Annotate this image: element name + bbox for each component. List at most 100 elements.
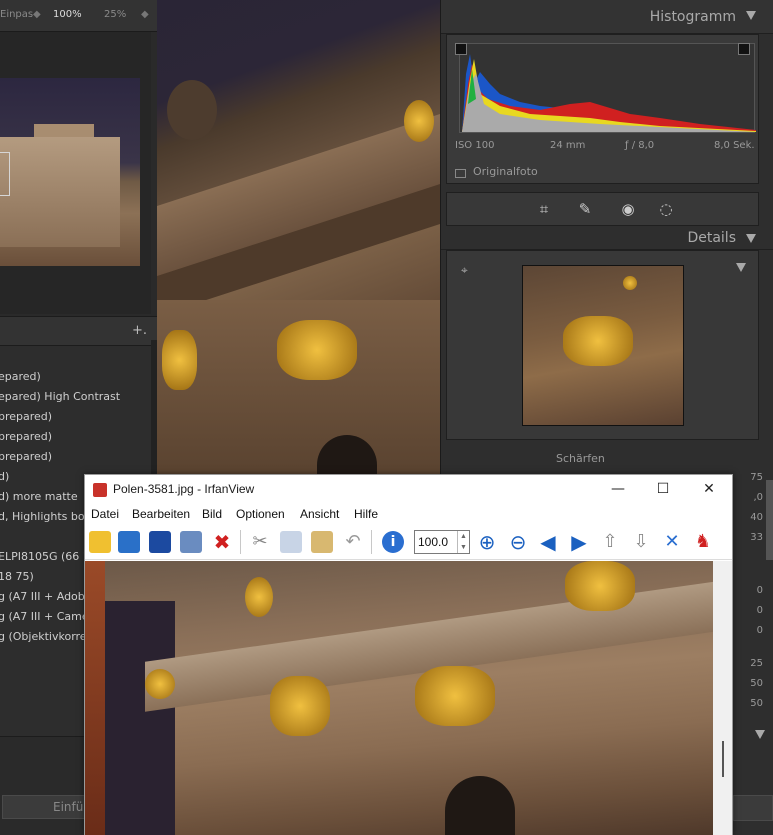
paste-icon[interactable] [311, 531, 333, 553]
screen: Einpas ◆ 100% 25% ◆ +. epared) epared) H… [0, 0, 773, 835]
last-page-icon[interactable]: ⇩ [630, 531, 652, 553]
toolbar: ✖ ✂ ↶ i 100.0 ▲ ▼ ⊕ ⊖ ◀ ▶ ⇧ ⇩ ✕ ♞ [85, 524, 732, 560]
details-title: Details [687, 230, 736, 246]
collapse-triangle-icon[interactable] [746, 11, 756, 20]
vertical-scrollbar[interactable] [713, 561, 732, 835]
gold-ornament [145, 669, 175, 699]
slider-value: 0 [756, 585, 763, 596]
navigator-view-box[interactable] [0, 152, 10, 196]
preset-item[interactable]: g (A7 III + Camer [0, 610, 93, 623]
target-icon[interactable]: ⌖ [461, 263, 468, 278]
slider-value: 33 [750, 532, 763, 543]
preset-item[interactable]: d) more matte [0, 490, 78, 503]
iso-value: ISO 100 [455, 140, 495, 151]
red-eye-icon[interactable]: ◉ [619, 200, 637, 218]
main-photo-view[interactable] [157, 0, 440, 475]
histogram-svg [462, 54, 756, 132]
preset-item[interactable]: d) [0, 470, 9, 483]
settings-icon[interactable]: ✕ [661, 531, 683, 553]
window-title: Polen-3581.jpg - IrfanView [113, 482, 255, 496]
gold-ornament [565, 561, 635, 611]
zoom-25-option[interactable]: 25% [104, 9, 126, 20]
delete-icon[interactable]: ✖ [211, 531, 233, 553]
close-icon[interactable]: ✕ [694, 479, 724, 499]
scrollbar-thumb[interactable] [722, 741, 724, 777]
image-view[interactable] [85, 561, 713, 835]
menu-bearbeiten[interactable]: Bearbeiten [132, 507, 190, 521]
zoom-in-icon[interactable]: ⊕ [476, 531, 498, 553]
menu-hilfe[interactable]: Hilfe [354, 507, 378, 521]
next-icon[interactable]: ▶ [568, 531, 590, 553]
shadow-clipping-icon[interactable] [455, 43, 467, 55]
preset-item[interactable]: prepared) [0, 450, 52, 463]
cut-icon[interactable]: ✂ [249, 531, 271, 553]
preset-item[interactable]: prepared) [0, 430, 52, 443]
title-bar[interactable]: Polen-3581.jpg - IrfanView — ☐ ✕ [85, 475, 732, 504]
add-preset-icon[interactable]: +. [132, 323, 147, 338]
gold-ornament [277, 320, 357, 380]
sharpen-label: Schärfen [556, 452, 605, 465]
crop-icon[interactable]: ⌗ [535, 200, 553, 218]
menu-bar: Datei Bearbeiten Bild Optionen Ansicht H… [85, 504, 732, 524]
details-panel: ⌖ [446, 250, 759, 440]
collapse-triangle-icon[interactable] [755, 730, 765, 739]
thumbnails-icon[interactable] [118, 531, 140, 553]
collapse-triangle-icon[interactable] [736, 263, 746, 272]
first-page-icon[interactable]: ⇧ [599, 531, 621, 553]
original-photo-checkbox[interactable] [455, 169, 466, 178]
original-photo-label: Originalfoto [473, 165, 538, 178]
preset-item[interactable]: epared) High Contrast [0, 390, 120, 403]
irfanview-cat-icon[interactable]: ♞ [692, 531, 714, 553]
menu-optionen[interactable]: Optionen [236, 507, 285, 521]
irfanview-logo-icon[interactable] [93, 483, 107, 497]
zoom-fit-option[interactable]: Einpas [0, 9, 33, 20]
menu-bild[interactable]: Bild [202, 507, 222, 521]
histogram-header[interactable]: Histogramm [441, 0, 773, 34]
histogram-graph [459, 43, 756, 133]
collapse-triangle-icon[interactable] [746, 234, 756, 243]
right-footer-button[interactable] [733, 795, 773, 821]
copy-icon[interactable] [280, 531, 302, 553]
tool-strip: ⌗ ✎ ◉ ◌ [446, 192, 759, 226]
info-icon[interactable]: i [382, 531, 404, 553]
zoom-100-option[interactable]: 100% [53, 9, 82, 20]
menu-ansicht[interactable]: Ansicht [300, 507, 339, 521]
undo-icon[interactable]: ↶ [342, 531, 364, 553]
right-scrollbar[interactable] [766, 480, 773, 560]
gold-ornament [415, 666, 495, 726]
zoom-spinner[interactable]: ▲ ▼ [457, 531, 469, 553]
save-icon[interactable] [149, 531, 171, 553]
preset-item[interactable]: 18 75) [0, 570, 34, 583]
navigator-preview[interactable] [0, 32, 151, 314]
print-icon[interactable] [180, 531, 202, 553]
gold-ornament [404, 100, 434, 142]
slider-value: 0 [756, 625, 763, 636]
preset-item[interactable]: g (A7 III + Adobe [0, 590, 92, 603]
histogram-panel: ISO 100 24 mm ƒ / 8,0 8,0 Sek. Originalf… [446, 34, 759, 184]
gold-ornament [162, 330, 197, 390]
details-header[interactable]: Details [441, 226, 773, 250]
menu-datei[interactable]: Datei [91, 507, 119, 521]
zoom-out-icon[interactable]: ⊖ [507, 531, 529, 553]
masking-icon[interactable]: ◌ [657, 200, 675, 218]
preset-item[interactable]: epared) [0, 370, 41, 383]
healing-brush-icon[interactable]: ✎ [576, 200, 594, 218]
slider-value: 40 [750, 512, 763, 523]
highlight-clipping-icon[interactable] [738, 43, 750, 55]
detail-preview[interactable] [522, 265, 684, 426]
aperture: ƒ / 8,0 [625, 140, 655, 151]
gold-ornament [270, 676, 330, 736]
slider-value: 50 [750, 698, 763, 709]
preset-item[interactable]: prepared) [0, 410, 52, 423]
preset-item[interactable]: d, Highlights boos [0, 510, 97, 523]
open-folder-icon[interactable] [89, 531, 111, 553]
previous-icon[interactable]: ◀ [537, 531, 559, 553]
gold-ornament [245, 577, 273, 617]
shutter-speed: 8,0 Sek. [714, 140, 755, 151]
zoom-input[interactable]: 100.0 ▲ ▼ [414, 530, 470, 554]
minimize-icon[interactable]: — [603, 479, 633, 499]
maximize-icon[interactable]: ☐ [648, 479, 678, 499]
preset-item[interactable]: g (Objektivkorre [0, 630, 87, 643]
slider-value: ,0 [753, 492, 763, 503]
navigator-zoom-bar: Einpas ◆ 100% 25% ◆ [0, 0, 157, 32]
